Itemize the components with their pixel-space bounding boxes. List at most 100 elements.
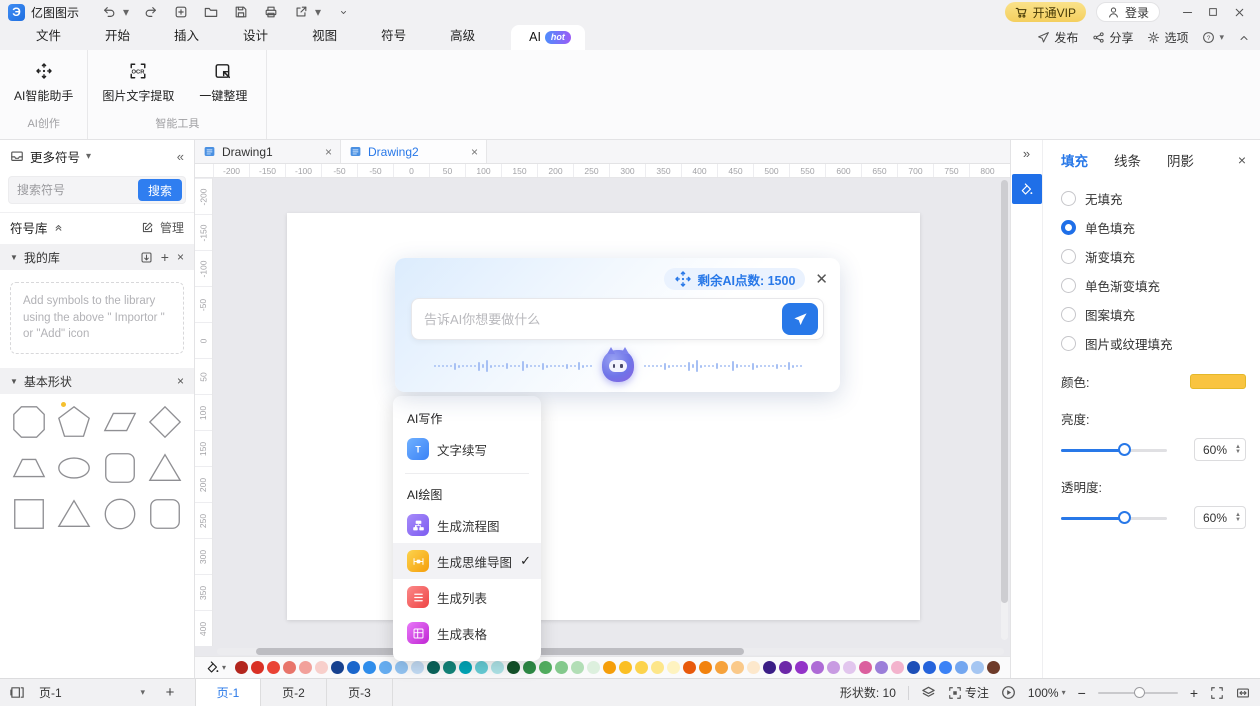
- close-tab-icon[interactable]: ×: [325, 145, 332, 159]
- tab-home[interactable]: 开始: [105, 21, 130, 50]
- fill-option[interactable]: 无填充: [1061, 184, 1246, 213]
- palette-color[interactable]: [475, 661, 488, 674]
- add-symbol-button[interactable]: +: [161, 249, 169, 265]
- palette-color[interactable]: [651, 661, 664, 674]
- palette-color[interactable]: [779, 661, 792, 674]
- export-dropdown-caret[interactable]: ▾: [315, 5, 325, 19]
- ai-prompt-input[interactable]: [424, 312, 782, 327]
- shape-triangle[interactable]: [143, 446, 189, 490]
- palette-color[interactable]: [699, 661, 712, 674]
- ai-mascot-icon[interactable]: [602, 350, 634, 382]
- ai-assistant-button[interactable]: AI智能助手: [14, 58, 73, 109]
- shape-rounded-square[interactable]: [143, 492, 189, 536]
- palette-color[interactable]: [859, 661, 872, 674]
- palette-color[interactable]: [523, 661, 536, 674]
- collapse-ribbon-button[interactable]: [1238, 32, 1250, 44]
- fill-option[interactable]: 单色渐变填充: [1061, 271, 1246, 300]
- palette-color[interactable]: [491, 661, 504, 674]
- tab-advanced[interactable]: 高级: [450, 21, 475, 50]
- one-click-tidy-button[interactable]: 一键整理: [194, 58, 252, 109]
- expand-panel-button[interactable]: »: [1023, 146, 1030, 166]
- menu-item-generate-list[interactable]: 生成列表: [393, 579, 541, 615]
- palette-color[interactable]: [331, 661, 344, 674]
- tab-file[interactable]: 文件: [36, 21, 61, 50]
- radio-icon[interactable]: [1061, 249, 1076, 264]
- toolbar-overflow-button[interactable]: [331, 2, 355, 22]
- spin-down-icon[interactable]: ▼: [1235, 450, 1241, 455]
- palette-color[interactable]: [619, 661, 632, 674]
- ai-move-icon[interactable]: [674, 270, 692, 288]
- maximize-button[interactable]: [1200, 2, 1226, 22]
- palette-color[interactable]: [251, 661, 264, 674]
- palette-color[interactable]: [395, 661, 408, 674]
- palette-color[interactable]: [971, 661, 984, 674]
- shape-circle[interactable]: [97, 492, 143, 536]
- export-button[interactable]: [289, 2, 313, 22]
- redo-button[interactable]: [139, 2, 163, 22]
- palette-color[interactable]: [683, 661, 696, 674]
- palette-color[interactable]: [843, 661, 856, 674]
- fullscreen-icon[interactable]: [1210, 686, 1224, 700]
- vip-button[interactable]: 开通VIP: [1005, 2, 1086, 22]
- panel-tab-line[interactable]: 线条: [1114, 150, 1141, 170]
- close-button[interactable]: [1226, 2, 1252, 22]
- palette-color[interactable]: [987, 661, 1000, 674]
- close-panel-button[interactable]: ×: [1238, 152, 1246, 168]
- doc-tab-drawing2[interactable]: Drawing2 ×: [341, 140, 487, 163]
- ai-send-button[interactable]: [782, 303, 818, 335]
- palette-color[interactable]: [283, 661, 296, 674]
- shape-parallelogram[interactable]: [97, 400, 143, 444]
- palette-color[interactable]: [747, 661, 760, 674]
- palette-color[interactable]: [603, 661, 616, 674]
- shape-diamond[interactable]: [143, 400, 189, 444]
- undo-dropdown-caret[interactable]: ▾: [123, 5, 133, 19]
- collapse-library-icon[interactable]: [53, 222, 64, 233]
- palette-color[interactable]: [555, 661, 568, 674]
- palette-color[interactable]: [235, 661, 248, 674]
- menu-item-generate-mindmap[interactable]: 生成思维导图 ✓: [393, 543, 541, 579]
- vertical-scrollbar[interactable]: [1001, 180, 1008, 640]
- palette-color[interactable]: [315, 661, 328, 674]
- palette-color[interactable]: [363, 661, 376, 674]
- pages-panel-icon[interactable]: [10, 685, 25, 700]
- symbol-search-input[interactable]: [17, 183, 138, 197]
- open-file-button[interactable]: [199, 2, 223, 22]
- fill-option[interactable]: 渐变填充: [1061, 242, 1246, 271]
- palette-color[interactable]: [427, 661, 440, 674]
- radio-icon[interactable]: [1061, 278, 1076, 293]
- radio-icon[interactable]: [1061, 336, 1076, 351]
- horizontal-scrollbar[interactable]: [195, 646, 1010, 656]
- more-symbols-dropdown[interactable]: 更多符号: [30, 147, 80, 166]
- save-button[interactable]: [229, 2, 253, 22]
- palette-color[interactable]: [731, 661, 744, 674]
- fill-color-swatch[interactable]: [1190, 374, 1246, 389]
- shape-trapezoid[interactable]: [6, 446, 52, 490]
- basic-shapes-section[interactable]: ▼ 基本形状 ×: [0, 368, 194, 394]
- tab-insert[interactable]: 插入: [174, 21, 199, 50]
- palette-color[interactable]: [443, 661, 456, 674]
- my-library-section[interactable]: ▼ 我的库 + ×: [0, 244, 194, 270]
- shape-triangle[interactable]: [52, 492, 98, 536]
- fill-tool-tab[interactable]: [1012, 174, 1042, 204]
- opacity-slider[interactable]: [1061, 511, 1167, 525]
- palette-color[interactable]: [955, 661, 968, 674]
- manage-library-button[interactable]: 管理: [141, 219, 184, 236]
- share-button[interactable]: 分享: [1092, 29, 1133, 46]
- palette-color[interactable]: [379, 661, 392, 674]
- fit-width-icon[interactable]: [1236, 686, 1250, 700]
- menu-item-continue-writing[interactable]: T 文字续写: [393, 431, 541, 467]
- help-button[interactable]: ?▾: [1202, 31, 1224, 44]
- app-logo-icon[interactable]: Э: [8, 4, 25, 21]
- fill-option[interactable]: 图片或纹理填充: [1061, 329, 1246, 358]
- radio-icon[interactable]: [1061, 191, 1076, 206]
- radio-icon[interactable]: [1061, 220, 1076, 235]
- shape-square[interactable]: [6, 492, 52, 536]
- palette-color[interactable]: [667, 661, 680, 674]
- palette-color[interactable]: [939, 661, 952, 674]
- brightness-slider[interactable]: [1061, 443, 1167, 457]
- palette-color[interactable]: [923, 661, 936, 674]
- more-symbols-caret[interactable]: ▾: [86, 151, 91, 162]
- search-button[interactable]: 搜索: [138, 179, 182, 201]
- palette-color[interactable]: [459, 661, 472, 674]
- palette-color[interactable]: [507, 661, 520, 674]
